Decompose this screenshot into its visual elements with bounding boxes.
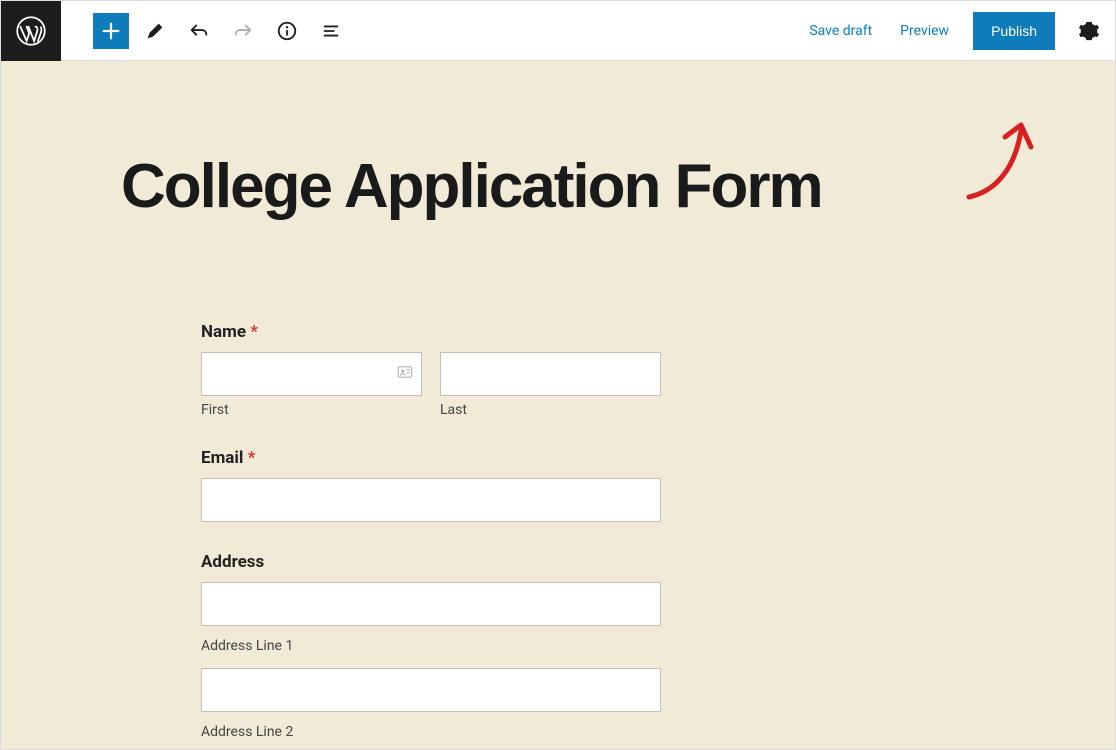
address-line1-sublabel: Address Line 1	[201, 638, 661, 654]
first-name-sublabel: First	[201, 402, 422, 418]
address-line2-sublabel: Address Line 2	[201, 724, 661, 740]
info-button[interactable]	[269, 13, 305, 49]
last-name-sublabel: Last	[440, 402, 661, 418]
info-icon	[276, 20, 298, 42]
outline-icon	[320, 20, 342, 42]
last-name-input[interactable]	[440, 352, 661, 396]
page-title[interactable]: College Application Form	[121, 151, 1115, 222]
address-line1-input[interactable]	[201, 582, 661, 626]
wordpress-logo[interactable]	[1, 1, 61, 61]
required-indicator: *	[250, 322, 258, 342]
undo-icon	[188, 20, 210, 42]
email-input[interactable]	[201, 478, 661, 522]
outline-button[interactable]	[313, 13, 349, 49]
name-label: Name *	[201, 322, 661, 342]
editor-toolbar: Save draft Preview Publish	[1, 1, 1115, 61]
edit-mode-button[interactable]	[137, 13, 173, 49]
email-label-text: Email	[201, 448, 243, 468]
preview-link[interactable]: Preview	[886, 13, 963, 49]
undo-button[interactable]	[181, 13, 217, 49]
redo-icon	[232, 20, 254, 42]
form-block: Name * First Last	[201, 322, 661, 740]
first-name-input[interactable]	[201, 352, 422, 396]
gear-icon	[1078, 20, 1100, 42]
add-block-button[interactable]	[93, 13, 129, 49]
pencil-icon	[144, 20, 166, 42]
name-label-text: Name	[201, 322, 246, 342]
address-field-group: Address Address Line 1 Address Line 2	[201, 552, 661, 740]
redo-button[interactable]	[225, 13, 261, 49]
editor-canvas: College Application Form Name * First	[1, 61, 1115, 749]
publish-button[interactable]: Publish	[973, 12, 1055, 50]
save-draft-link[interactable]: Save draft	[795, 13, 886, 49]
address-label: Address	[201, 552, 661, 572]
address-line2-input[interactable]	[201, 668, 661, 712]
email-field-group: Email *	[201, 448, 661, 522]
required-indicator: *	[248, 448, 256, 468]
wordpress-icon	[16, 16, 46, 46]
settings-button[interactable]	[1071, 13, 1107, 49]
email-label: Email *	[201, 448, 661, 468]
contact-card-icon	[396, 363, 414, 385]
plus-icon	[100, 20, 122, 42]
name-field-group: Name * First Last	[201, 322, 661, 418]
